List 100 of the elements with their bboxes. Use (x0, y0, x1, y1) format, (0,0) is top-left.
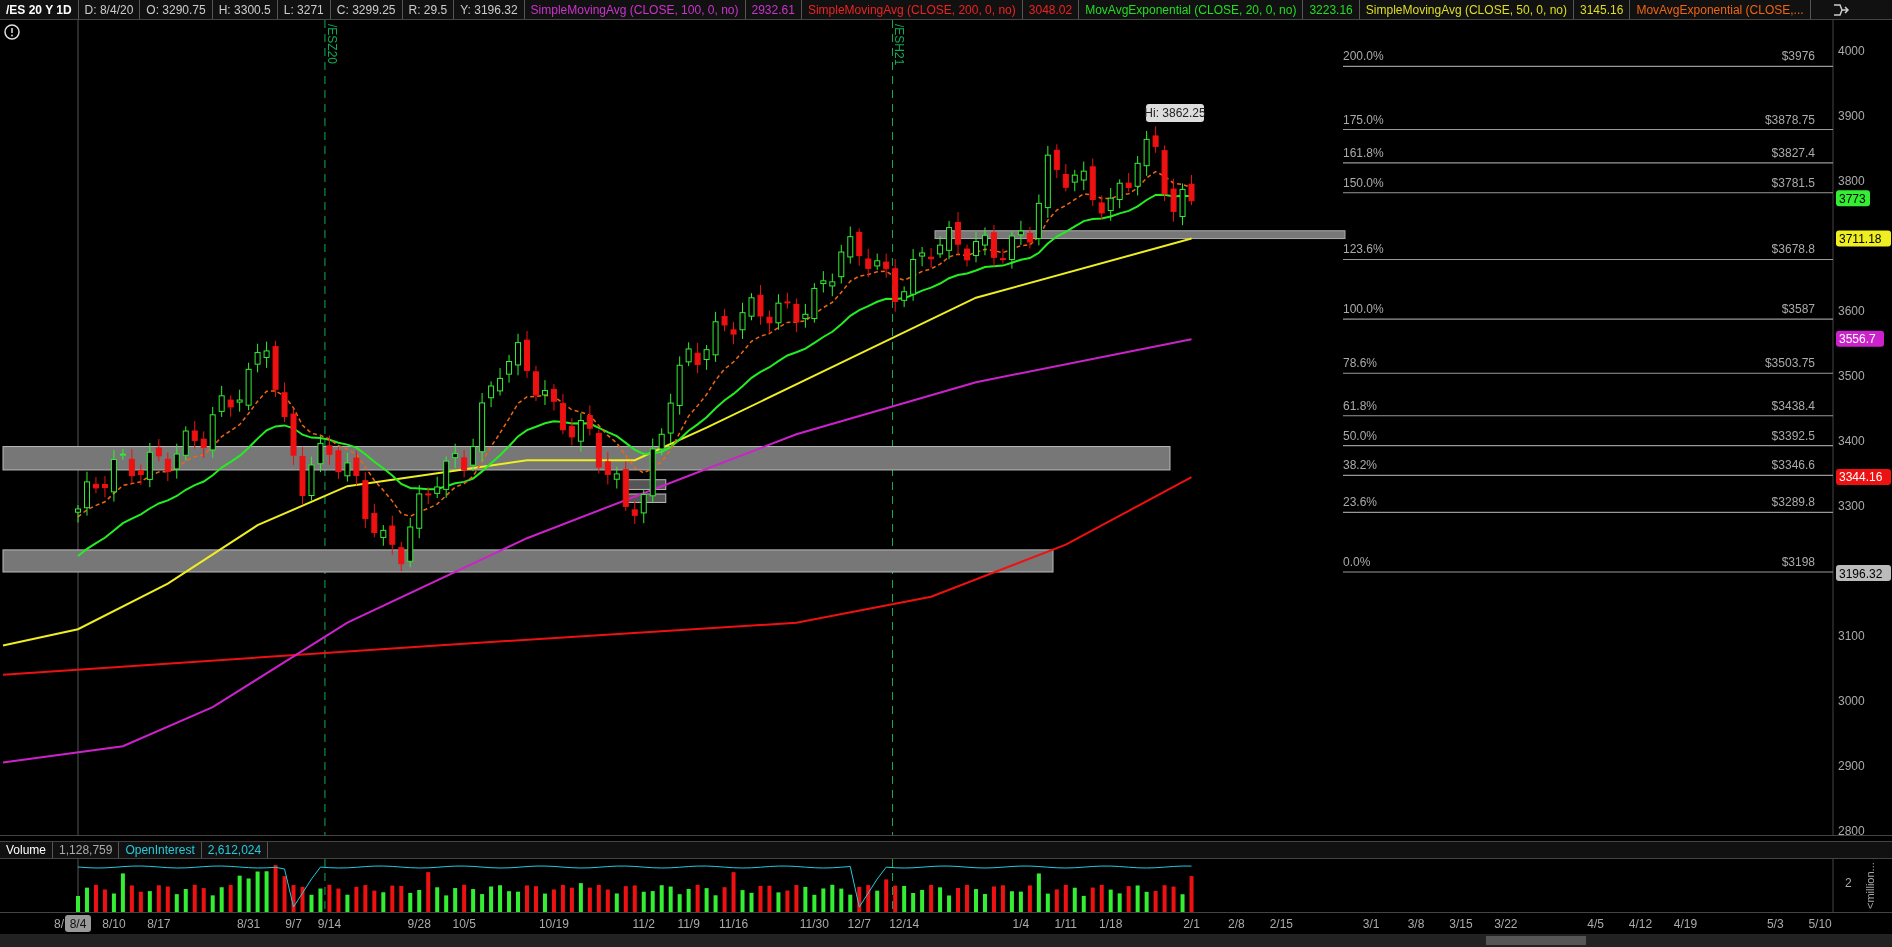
quote-field: D: 8/4/20 (78, 0, 141, 19)
date-axis-label: 9/14 (317, 917, 342, 931)
study-value: 3223.16 (1303, 0, 1360, 19)
price-axis-label: 3800 (1838, 173, 1865, 188)
fibonacci-price: $3198 (1781, 555, 1815, 569)
study-label: SimpleMovingAvg (CLOSE, 200, 0, no) (801, 0, 1023, 19)
date-axis-label: 2/15 (1269, 917, 1293, 931)
fibonacci-price: $3438.4 (1771, 398, 1815, 413)
study-value: 3048.02 (1022, 0, 1080, 19)
quote-field: L: 3271 (277, 0, 331, 19)
study-value: 2932.61 (745, 0, 802, 19)
price-axis-label: 4000 (1838, 43, 1865, 58)
date-axis-label: 8/31 (236, 917, 261, 931)
date-axis-label: 10/5 (452, 917, 476, 931)
price-badge: 3196.32 (1836, 565, 1891, 582)
quote-field: R: 29.5 (402, 0, 455, 19)
date-axis-label: 3/15 (1449, 917, 1473, 931)
date-axis-label: 3/8 (1407, 917, 1425, 931)
date-axis-label: 4/5 (1587, 917, 1604, 931)
date-axis-label: 2/8 (1228, 917, 1245, 931)
open-interest-value: 2,612,024 (201, 842, 269, 858)
date-axis-label: 1/18 (1099, 917, 1123, 931)
price-axis-label: 2900 (1838, 758, 1865, 773)
fibonacci-price: $3878.75 (1764, 112, 1815, 127)
date-axis-label: 2/1 (1183, 917, 1200, 931)
price-axis-label: 3100 (1838, 628, 1865, 643)
fibonacci-percent: 50.0% (1343, 428, 1378, 443)
fibonacci-price: $3587 (1781, 302, 1815, 317)
price-badge: 3711.18 (1836, 230, 1891, 247)
study-label: MovAvgExponential (CLOSE, 20, 0, no) (1079, 0, 1304, 19)
quote-field: Y: 3196.32 (454, 0, 525, 19)
volume-title: Volume (0, 842, 54, 858)
date-axis-label: 4/19 (1673, 917, 1698, 931)
date-axis-label: 5/3 (1766, 917, 1784, 931)
cursor-date-label: 8/4 (65, 915, 91, 932)
study-value: 3145.16 (1574, 0, 1631, 19)
alert-icon[interactable] (4, 24, 20, 40)
fibonacci-price: $3392.5 (1771, 428, 1815, 443)
contract-marker-label: /ESZ20 (324, 24, 339, 65)
fibonacci-percent: 78.6% (1343, 356, 1378, 371)
quote-field: C: 3299.25 (330, 0, 403, 19)
fibonacci-percent: 150.0% (1343, 175, 1384, 190)
date-axis-label: 3/22 (1494, 917, 1518, 931)
fibonacci-percent: 161.8% (1343, 145, 1384, 160)
price-axis-label: 3600 (1838, 303, 1865, 318)
date-axis-label: 8/ (54, 917, 64, 931)
date-axis-label: 12/7 (847, 917, 871, 931)
fibonacci-percent: 38.2% (1343, 458, 1378, 473)
fibonacci-price: $3289.8 (1771, 495, 1815, 510)
style-swap-icon[interactable] (1832, 1, 1850, 18)
contract-marker-label: /ESH21 (892, 24, 907, 66)
scrollbar-thumb[interactable] (1486, 936, 1586, 945)
fibonacci-percent: 0.0% (1343, 555, 1371, 569)
date-axis-label: 11/2 (632, 917, 655, 931)
date-axis-label: 3/1 (1362, 917, 1380, 931)
quote-field: O: 3290.75 (140, 0, 213, 19)
volume-value: 1,128,759 (53, 842, 120, 858)
date-axis-label: 10/19 (538, 917, 569, 931)
price-axis-label: 3500 (1838, 368, 1865, 383)
volume-unit-label: <million... (1864, 862, 1876, 909)
fibonacci-price: $3678.8 (1771, 242, 1815, 257)
fibonacci-price: $3827.4 (1771, 145, 1815, 160)
date-axis-label: 9/28 (407, 917, 431, 931)
date-axis-label: 4/12 (1628, 917, 1653, 931)
price-axis-label: 3000 (1838, 693, 1865, 708)
price-badge: 3773 (1836, 190, 1870, 207)
fibonacci-price: $3781.5 (1771, 175, 1815, 190)
fibonacci-price: $3346.6 (1771, 458, 1815, 473)
price-axis-label: 3400 (1838, 433, 1865, 448)
fibonacci-percent: 23.6% (1343, 495, 1378, 510)
symbol-label: /ES 20 Y 1D (0, 0, 79, 19)
fibonacci-percent: 100.0% (1343, 302, 1384, 317)
study-label: SimpleMovingAvg (CLOSE, 100, 0, no) (524, 0, 746, 19)
study-label: SimpleMovingAvg (CLOSE, 50, 0, no) (1359, 0, 1574, 19)
date-axis-label: 8/17 (147, 917, 171, 931)
date-axis-label: 11/9 (677, 917, 700, 931)
date-axis-label: 5/10 (1808, 917, 1832, 931)
date-axis-label: 1/4 (1012, 917, 1030, 931)
fibonacci-percent: 175.0% (1343, 112, 1384, 127)
open-interest-label: OpenInterest (119, 842, 202, 858)
price-axis-label: 3900 (1838, 108, 1865, 123)
price-axis-label: 2800 (1838, 823, 1865, 835)
fibonacci-price: $3976 (1781, 49, 1815, 64)
fibonacci-percent: 61.8% (1343, 398, 1378, 413)
study-label: MovAvgExponential (CLOSE,... (1630, 0, 1811, 19)
date-axis-label: 11/30 (799, 917, 829, 931)
date-axis-label: 11/16 (718, 917, 749, 931)
fibonacci-percent: 200.0% (1343, 49, 1384, 64)
fibonacci-price: $3503.75 (1764, 356, 1815, 371)
date-axis-label: 9/7 (285, 917, 302, 931)
date-axis-label: 8/10 (102, 917, 126, 931)
date-axis-label: 12/14 (889, 917, 920, 931)
contract-roll-line (892, 859, 893, 912)
date-axis-label: 1/11 (1054, 917, 1078, 931)
fibonacci-percent: 123.6% (1343, 242, 1384, 257)
price-badge: 3344.16 (1836, 469, 1891, 485)
price-axis-label: 3300 (1838, 498, 1865, 513)
price-badge: 3556.7 (1836, 330, 1884, 347)
quote-field: H: 3300.5 (212, 0, 278, 19)
contract-roll-line (324, 859, 326, 912)
